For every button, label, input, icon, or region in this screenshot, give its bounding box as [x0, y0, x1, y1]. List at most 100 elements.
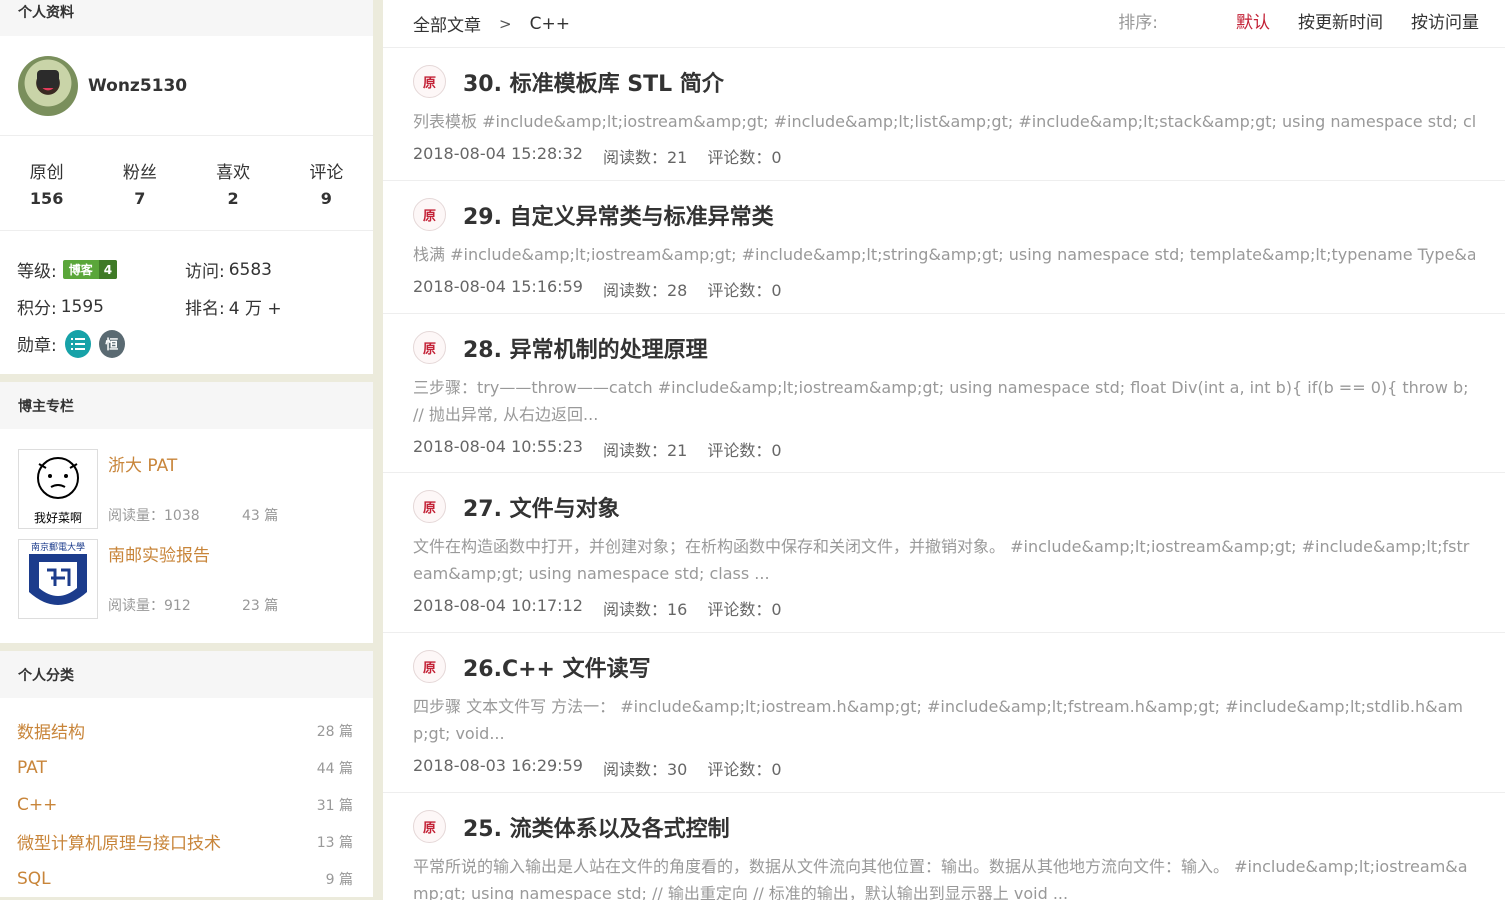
- sidebar: 个人资料 Wonz5130 原创 156 粉丝 7 喜欢 2 评论 9 等级: …: [0, 0, 373, 900]
- visits-value: 6583: [228, 259, 272, 280]
- category-name[interactable]: PAT: [17, 758, 47, 778]
- avatar[interactable]: [18, 55, 78, 116]
- article-meta: 2018-08-04 15:28:32 阅读数：21 评论数：0: [413, 144, 1475, 168]
- cartoon-face-icon: 我好菜啊: [34, 457, 82, 525]
- profile-stats: 原创 156 粉丝 7 喜欢 2 评论 9: [0, 136, 373, 231]
- original-badge: 原: [413, 810, 446, 843]
- article-title[interactable]: 30. 标准模板库 STL 简介: [463, 66, 724, 98]
- breadcrumb-root[interactable]: 全部文章: [413, 11, 481, 36]
- stat-fans: 粉丝 7: [93, 158, 186, 208]
- category-item[interactable]: 数据结构 28 篇: [17, 712, 353, 749]
- list-medal-icon[interactable]: [64, 329, 91, 358]
- column-title[interactable]: 浙大 PAT: [108, 451, 348, 476]
- categories-header: 个人分类: [0, 651, 373, 698]
- article-title-row: 原 27. 文件与对象: [413, 490, 1475, 523]
- column-item[interactable]: 南京郵電大學 南邮实验报告 阅读量：912 23 篇: [18, 539, 373, 629]
- article-item[interactable]: 原 26.C++ 文件读写 四步骤 文本文件写 方法一： #include&am…: [383, 633, 1505, 793]
- article-title[interactable]: 29. 自定义异常类与标准异常类: [463, 199, 774, 231]
- username[interactable]: Wonz5130: [88, 76, 187, 96]
- original-badge: 原: [413, 490, 446, 523]
- category-name[interactable]: SQL: [17, 869, 51, 889]
- article-title[interactable]: 27. 文件与对象: [463, 491, 620, 523]
- article-title-row: 原 28. 异常机制的处理原理: [413, 331, 1475, 364]
- category-name[interactable]: C++: [17, 795, 57, 815]
- category-item[interactable]: SQL 9 篇: [17, 860, 353, 897]
- article-item[interactable]: 原 27. 文件与对象 文件在构造函数中打开，并创建对象；在析构函数中保存和关闭…: [383, 473, 1505, 633]
- profile-user: Wonz5130: [0, 36, 373, 136]
- article-summary[interactable]: 四步骤 文本文件写 方法一： #include&amp;lt;iostream.…: [413, 693, 1475, 747]
- category-count: 13 篇: [316, 834, 353, 851]
- level-badge-text: 博客: [68, 263, 93, 277]
- article-item[interactable]: 原 28. 异常机制的处理原理 三步骤：try——throw——catch #i…: [383, 314, 1505, 473]
- article-title-row: 原 29. 自定义异常类与标准异常类: [413, 198, 1475, 231]
- sort-by-views[interactable]: 按访问量: [1411, 8, 1479, 33]
- medals-label: 勋章:: [17, 336, 57, 356]
- sort-default[interactable]: 默认: [1236, 8, 1270, 33]
- category-count: 9 篇: [325, 871, 353, 888]
- stat-likes: 喜欢 2: [187, 158, 280, 208]
- persistence-medal-icon[interactable]: 恒: [98, 329, 125, 358]
- column-meta: 阅读量：1038 43 篇: [108, 505, 278, 525]
- article-meta: 2018-08-04 10:55:23 阅读数：21 评论数：0: [413, 437, 1475, 461]
- sort-by-update[interactable]: 按更新时间: [1298, 8, 1383, 33]
- column-thumbnail[interactable]: 南京郵電大學: [18, 539, 98, 619]
- article-summary[interactable]: 三步骤：try——throw——catch #include&amp;lt;io…: [413, 374, 1475, 428]
- breadcrumb-separator: >: [499, 14, 512, 33]
- category-name[interactable]: 微型计算机原理与接口技术: [17, 829, 221, 854]
- category-name[interactable]: 数据结构: [17, 718, 85, 743]
- category-count: 44 篇: [316, 760, 353, 777]
- column-body: 浙大 PAT 阅读量：1038 43 篇: [108, 449, 348, 539]
- profile-info: 等级: 博客 4 访问: 6583 积分: 1595 排名: 4 万 + 勋章:…: [0, 231, 373, 374]
- info-row: 积分: 1595 排名: 4 万 +: [17, 288, 373, 325]
- column-meta: 阅读量：912 23 篇: [108, 595, 278, 615]
- article-date: 2018-08-04 15:28:32: [413, 144, 583, 163]
- article-summary[interactable]: 文件在构造函数中打开，并创建对象；在析构函数中保存和关闭文件，并撤销对象。 #i…: [413, 533, 1475, 587]
- rank-label: 排名:: [185, 299, 225, 319]
- breadcrumb-current: C++: [529, 13, 570, 34]
- info-row: 等级: 博客 4 访问: 6583: [17, 251, 373, 288]
- article-list-panel: 全部文章 > C++ 排序: 默认 按更新时间 按访问量 原 30. 标准模板库…: [383, 0, 1505, 900]
- university-logo-icon: 南京郵電大學: [29, 541, 87, 605]
- article-comments: 评论数：0: [707, 148, 782, 167]
- stat-value: 9: [320, 189, 332, 208]
- article-comments: 评论数：0: [707, 281, 782, 300]
- article-summary[interactable]: 列表模板 #include&amp;lt;iostream&amp;gt; #i…: [413, 108, 1475, 135]
- article-date: 2018-08-04 10:55:23: [413, 437, 583, 456]
- level-badge[interactable]: 博客 4: [62, 260, 118, 279]
- points: 积分: 1595: [17, 294, 185, 320]
- article-title[interactable]: 26.C++ 文件读写: [463, 651, 651, 683]
- rank: 排名: 4 万 +: [185, 294, 353, 319]
- column-item[interactable]: 我好菜啊 浙大 PAT 阅读量：1038 43 篇: [18, 449, 373, 539]
- level: 等级: 博客 4: [17, 257, 185, 282]
- article-comments: 评论数：0: [707, 441, 782, 460]
- columns-list: 我好菜啊 浙大 PAT 阅读量：1038 43 篇 南京郵電大學 南邮实验报告 …: [0, 429, 373, 643]
- article-summary[interactable]: 平常所说的输入输出是人站在文件的角度看的，数据从文件流向其他位置：输出。数据从其…: [413, 853, 1475, 900]
- columns-card: 博主专栏 我好菜啊 浙大 PAT 阅读量：1038 43 篇 南京郵電大學 南邮…: [0, 382, 373, 643]
- column-reads: 阅读量：1038: [108, 508, 200, 524]
- article-summary[interactable]: 栈满 #include&amp;lt;iostream&amp;gt; #inc…: [413, 241, 1475, 268]
- article-item[interactable]: 原 25. 流类体系以及各式控制 平常所说的输入输出是人站在文件的角度看的，数据…: [383, 793, 1505, 900]
- sort-label: 排序:: [1118, 12, 1158, 33]
- stat-value: 156: [29, 189, 64, 208]
- article-title-row: 原 26.C++ 文件读写: [413, 650, 1475, 683]
- original-badge: 原: [413, 198, 446, 231]
- info-row: 勋章: 恒: [17, 325, 373, 362]
- article-title[interactable]: 25. 流类体系以及各式控制: [463, 811, 730, 843]
- stat-label: 原创: [29, 163, 64, 183]
- article-item[interactable]: 原 29. 自定义异常类与标准异常类 栈满 #include&amp;lt;io…: [383, 181, 1505, 314]
- column-count: 43 篇: [242, 508, 279, 524]
- category-item[interactable]: 微型计算机原理与接口技术 13 篇: [17, 823, 353, 860]
- topbar: 全部文章 > C++ 排序: 默认 按更新时间 按访问量: [383, 0, 1505, 48]
- stat-label: 评论: [309, 163, 344, 183]
- original-badge: 原: [413, 331, 446, 364]
- category-item[interactable]: C++ 31 篇: [17, 786, 353, 823]
- category-item[interactable]: PAT 44 篇: [17, 749, 353, 786]
- article-item[interactable]: 原 30. 标准模板库 STL 简介 列表模板 #include&amp;lt;…: [383, 48, 1505, 181]
- article-reads: 阅读数：30: [602, 760, 688, 779]
- stat-original: 原创 156: [0, 158, 93, 208]
- article-title[interactable]: 28. 异常机制的处理原理: [463, 332, 708, 364]
- column-thumbnail[interactable]: 我好菜啊: [18, 449, 98, 529]
- thumb-caption: 我好菜啊: [34, 511, 82, 525]
- original-badge: 原: [413, 650, 446, 683]
- column-title[interactable]: 南邮实验报告: [108, 541, 348, 566]
